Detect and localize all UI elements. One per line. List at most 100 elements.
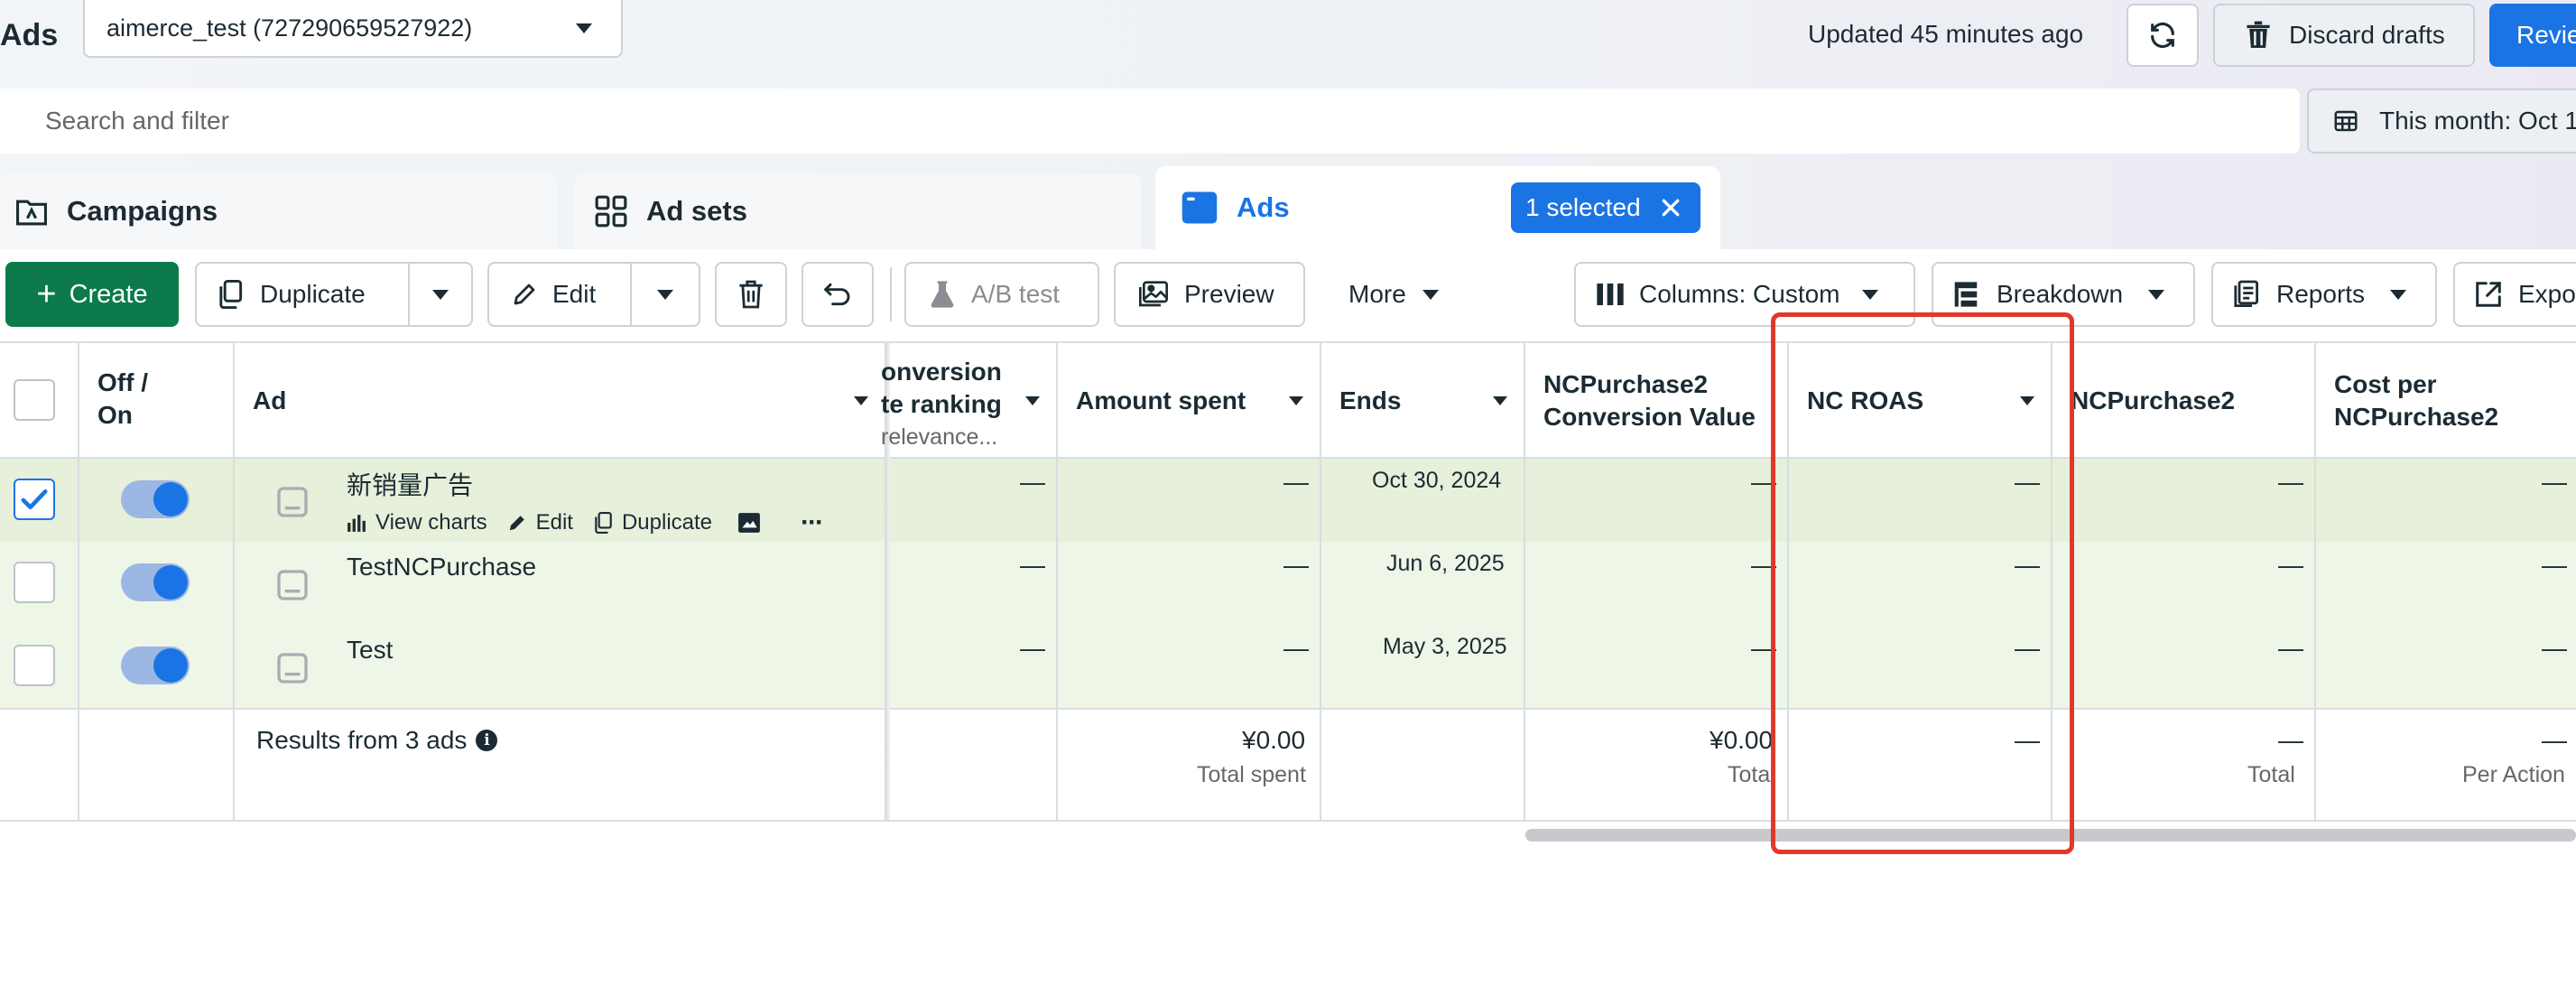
header-ncpurchase2[interactable]: NCPurchase2 (2071, 386, 2235, 502)
date-range-picker[interactable]: This month: Oct 1 (2307, 88, 2576, 153)
ad-toggle[interactable] (121, 646, 190, 684)
info-icon[interactable]: i (476, 730, 498, 751)
search-filter-input[interactable]: Search and filter (0, 88, 2300, 153)
toggle-knob (153, 482, 188, 516)
edit-dropdown[interactable] (632, 289, 699, 300)
header-ncp-value-line2: Conversion Value (1543, 403, 1756, 431)
tab-ad-sets[interactable]: Ad sets (574, 173, 1141, 249)
last-updated-text: Updated 45 minutes ago (1808, 20, 2084, 48)
image-edit-icon[interactable] (737, 512, 761, 534)
cost-per-value: — (2542, 634, 2567, 662)
column-divider (2314, 343, 2316, 820)
trash-icon (2247, 21, 2270, 48)
breakdown-label: Breakdown (1997, 280, 2124, 308)
header-amount-spent[interactable]: Amount spent (1076, 386, 1246, 502)
toggle-knob (153, 648, 188, 683)
discard-drafts-button[interactable]: Discard drafts (2213, 4, 2475, 67)
summary-top-border (0, 708, 2576, 710)
ad-placeholder-icon (277, 570, 308, 600)
header-cost-per-ncpurchase2[interactable]: Cost per NCPurchase2 (2334, 368, 2498, 484)
breakdown-icon (1954, 282, 1978, 307)
edit-button[interactable]: Edit (489, 280, 630, 309)
header-ncpurchase2-conversion-value[interactable]: NCPurchase2 Conversion Value (1543, 368, 1756, 484)
sort-caret-icon[interactable] (1025, 396, 1040, 405)
undo-button[interactable] (802, 262, 874, 327)
reports-button[interactable]: Reports (2211, 262, 2437, 327)
sort-caret-icon[interactable] (1289, 396, 1303, 405)
duplicate-dropdown[interactable] (410, 289, 471, 300)
header-conv-line3: relevance... (881, 424, 998, 450)
duplicate-button[interactable]: Duplicate (197, 280, 408, 309)
tab-ad-sets-label: Ad sets (646, 195, 747, 227)
sort-caret-icon[interactable] (1493, 396, 1507, 405)
toolbar-divider (890, 267, 892, 321)
selected-count-chip[interactable]: 1 selected (1511, 182, 1700, 233)
create-button[interactable]: + Create (5, 262, 179, 327)
toggle-knob (153, 565, 188, 600)
ad-toggle[interactable] (121, 563, 190, 601)
close-icon[interactable] (1661, 198, 1681, 218)
header-cost-per-line2: NCPurchase2 (2334, 403, 2499, 431)
ad-toggle[interactable] (121, 480, 190, 518)
refresh-button[interactable] (2127, 4, 2199, 67)
summary-cost-per: — (2542, 726, 2567, 754)
amount-spent-value: — (1283, 634, 1309, 662)
ends-date: May 3, 2025 (1383, 634, 1507, 659)
ab-test-button[interactable]: A/B test (904, 262, 1099, 327)
columns-label: Columns: Custom (1639, 280, 1840, 308)
row-checkbox[interactable] (14, 645, 55, 686)
edit-link[interactable]: Edit (536, 510, 573, 535)
ad-name[interactable]: TestNCPurchase (347, 553, 536, 581)
chevron-down-icon (432, 289, 449, 300)
plus-icon: + (36, 275, 57, 313)
view-charts-link[interactable]: View charts (375, 510, 487, 535)
more-actions-icon[interactable]: ··· (801, 507, 824, 538)
review-label: Revie (2516, 21, 2576, 49)
header-conversion-rate-ranking[interactable]: onversion te ranking relevance... (881, 356, 1002, 471)
edit-label: Edit (552, 280, 597, 308)
duplicate-icon (595, 512, 612, 534)
summary-amount-spent: ¥0.00 (1242, 726, 1306, 754)
sort-caret-icon[interactable] (854, 396, 868, 405)
account-selector[interactable]: aimerce_test (727290659527922) (83, 0, 623, 58)
ad-placeholder-icon (277, 487, 308, 517)
duplicate-label: Duplicate (260, 280, 366, 308)
header-off-on-line2: On (97, 401, 133, 429)
edit-split-button[interactable]: Edit (487, 262, 700, 327)
header-off-on[interactable]: Off / On (97, 367, 148, 482)
conversion-ranking-value: — (1020, 468, 1045, 496)
summary-ncpurchase2: — (2278, 726, 2303, 754)
tab-campaigns[interactable]: Campaigns (0, 173, 558, 249)
export-button[interactable]: Expo (2453, 262, 2576, 327)
conversion-ranking-value: — (1020, 634, 1045, 662)
export-icon (2476, 282, 2501, 307)
summary-ncp-value: ¥0.00 (1710, 726, 1774, 754)
delete-button[interactable] (715, 262, 787, 327)
header-off-on-line1: Off / (97, 368, 148, 396)
row-checkbox[interactable] (14, 562, 55, 603)
duplicate-link[interactable]: Duplicate (622, 510, 712, 535)
header-conv-line1: onversion (881, 358, 1002, 386)
tab-ads-label: Ads (1237, 191, 1290, 223)
table-top-border (0, 341, 2576, 343)
discard-drafts-label: Discard drafts (2289, 21, 2445, 49)
chevron-down-icon (2148, 289, 2165, 300)
amount-spent-value: — (1283, 551, 1309, 579)
preview-label: Preview (1184, 280, 1274, 308)
preview-button[interactable]: Preview (1114, 262, 1305, 327)
ad-name[interactable]: 新销量广告 (347, 466, 473, 502)
results-summary-label: Results from 3 ads (256, 726, 468, 754)
ad-window-icon (1181, 191, 1218, 224)
duplicate-split-button[interactable]: Duplicate (195, 262, 473, 327)
row-checkbox-checked[interactable] (14, 479, 55, 520)
ends-date: Oct 30, 2024 (1372, 468, 1502, 493)
review-and-publish-button[interactable]: Revie (2489, 4, 2576, 67)
ad-name[interactable]: Test (347, 636, 393, 665)
more-button[interactable]: More (1327, 262, 1471, 327)
cost-per-value: — (2542, 551, 2567, 579)
chevron-down-icon (657, 289, 673, 300)
select-all-checkbox[interactable] (14, 379, 55, 421)
grid-icon (595, 195, 627, 228)
column-divider (1320, 343, 1321, 820)
chevron-down-icon (576, 23, 592, 33)
